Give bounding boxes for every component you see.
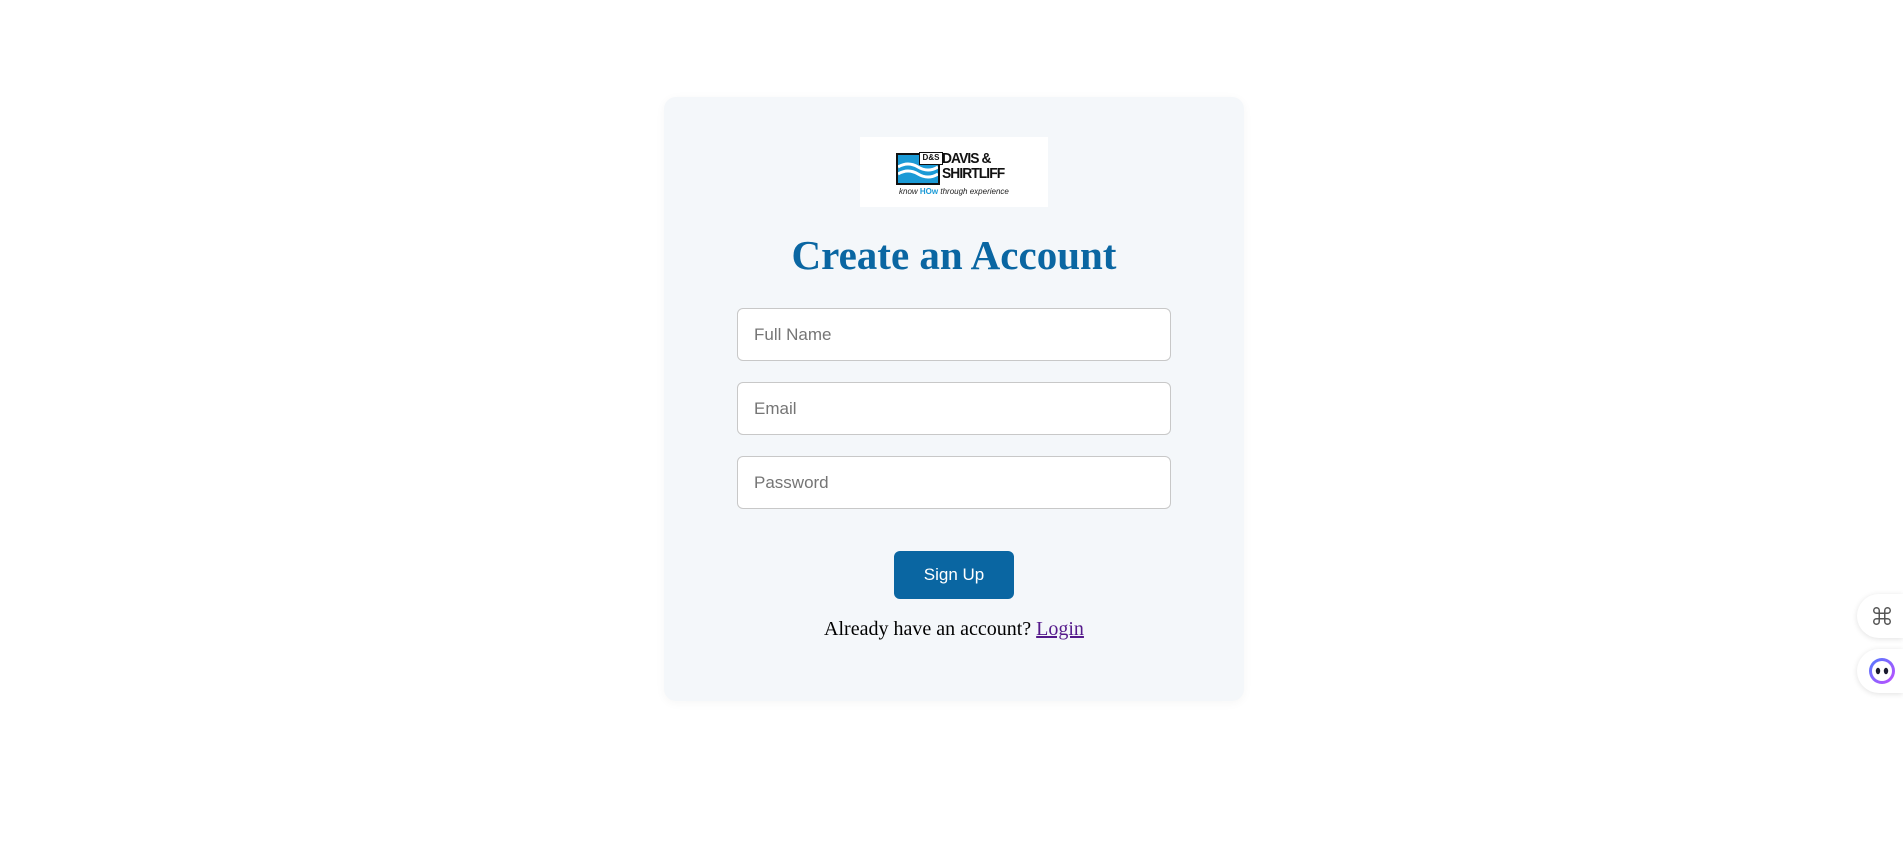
assistant-widget-button[interactable]: [1857, 649, 1903, 693]
full-name-input[interactable]: [737, 308, 1171, 361]
page-title: Create an Account: [791, 232, 1117, 278]
login-prompt-text: Already have an account?: [824, 618, 1037, 640]
login-prompt: Already have an account? Login: [664, 618, 1244, 641]
logo-tagline: know HOw through experience: [899, 187, 1009, 196]
logo-badge: D&S: [919, 152, 943, 165]
password-input[interactable]: [737, 456, 1171, 509]
assistant-face-icon: [1869, 658, 1895, 684]
sign-up-button[interactable]: Sign Up: [894, 551, 1014, 599]
signup-card: D&S DAVIS & SHIRTLIFF know HOw through e…: [664, 97, 1244, 701]
logo-name: DAVIS & SHIRTLIFF: [942, 150, 1005, 182]
command-icon: [1873, 607, 1891, 625]
login-link[interactable]: Login: [1036, 618, 1084, 640]
email-input[interactable]: [737, 382, 1171, 435]
company-logo: D&S DAVIS & SHIRTLIFF know HOw through e…: [860, 137, 1048, 207]
command-widget-button[interactable]: [1857, 594, 1903, 638]
